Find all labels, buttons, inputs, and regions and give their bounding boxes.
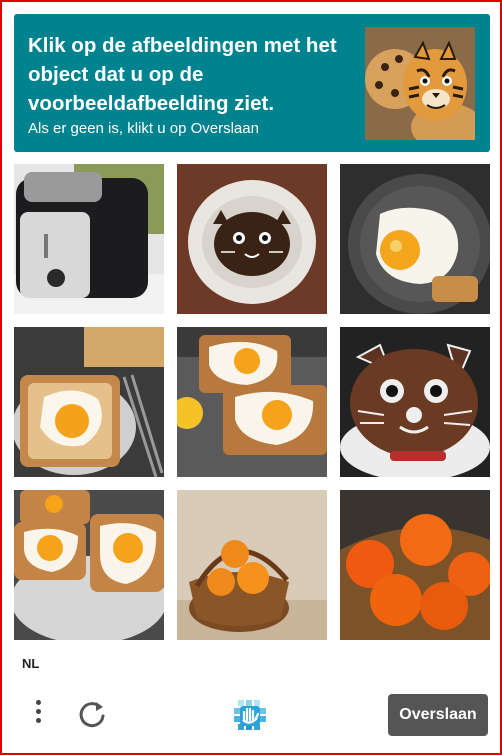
image-tile-2[interactable] — [177, 164, 327, 314]
image-tile-7[interactable] — [14, 490, 164, 640]
image-tile-9[interactable] — [340, 490, 490, 640]
captcha-frame: Klik op de afbeeldingen met het object d… — [0, 0, 502, 755]
challenge-banner: Klik op de afbeeldingen met het object d… — [14, 14, 490, 152]
image-tile-4[interactable] — [14, 327, 164, 477]
image-tile-1[interactable] — [14, 164, 164, 314]
vertical-dots-icon[interactable] — [26, 696, 50, 732]
challenge-hint: Als er geen is, klikt u op Overslaan — [28, 120, 259, 137]
refresh-icon[interactable] — [76, 698, 108, 730]
challenge-prompt: Klik op de afbeeldingen met het object d… — [28, 34, 337, 115]
hcaptcha-logo — [230, 696, 270, 736]
image-tile-8[interactable] — [177, 490, 327, 640]
language-label[interactable]: NL — [22, 656, 39, 671]
challenge-footer: Overslaan — [2, 690, 502, 740]
image-grid — [14, 164, 490, 641]
image-tile-3[interactable] — [340, 164, 490, 314]
image-tile-6[interactable] — [340, 327, 490, 477]
example-image — [365, 27, 475, 140]
skip-button[interactable]: Overslaan — [388, 694, 488, 736]
image-tile-5[interactable] — [177, 327, 327, 477]
